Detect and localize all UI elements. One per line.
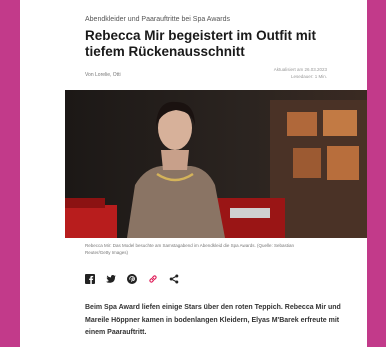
article-byline[interactable]: Von Lorelie, Otti [85, 72, 121, 78]
facebook-icon[interactable] [85, 271, 95, 284]
article-headline: Rebecca Mir begeistert im Outfit mit tie… [85, 28, 317, 59]
article-kicker: Abendkleider und Paarauftritte bei Spa A… [85, 16, 231, 23]
share-icon[interactable] [169, 271, 179, 284]
article-meta: Aktualisiert am 26.03.2023 Lesedauer: 1 … [274, 66, 327, 80]
article-card: Abendkleider und Paarauftritte bei Spa A… [20, 0, 367, 347]
read-time: Lesedauer: 1 Min. [290, 74, 327, 79]
photo-caption: Rebecca Mir: Das Model besuchte am Samst… [85, 243, 295, 255]
photo-illustration [65, 90, 367, 238]
link-icon[interactable] [148, 271, 158, 283]
article-photo[interactable] [65, 90, 367, 238]
pinterest-icon[interactable] [127, 271, 137, 284]
article-lead: Beim Spa Award liefen einige Stars über … [85, 304, 341, 336]
twitter-icon[interactable] [106, 271, 116, 283]
share-bar [85, 271, 179, 284]
updated-date: Aktualisiert am 26.03.2023 [273, 67, 327, 72]
